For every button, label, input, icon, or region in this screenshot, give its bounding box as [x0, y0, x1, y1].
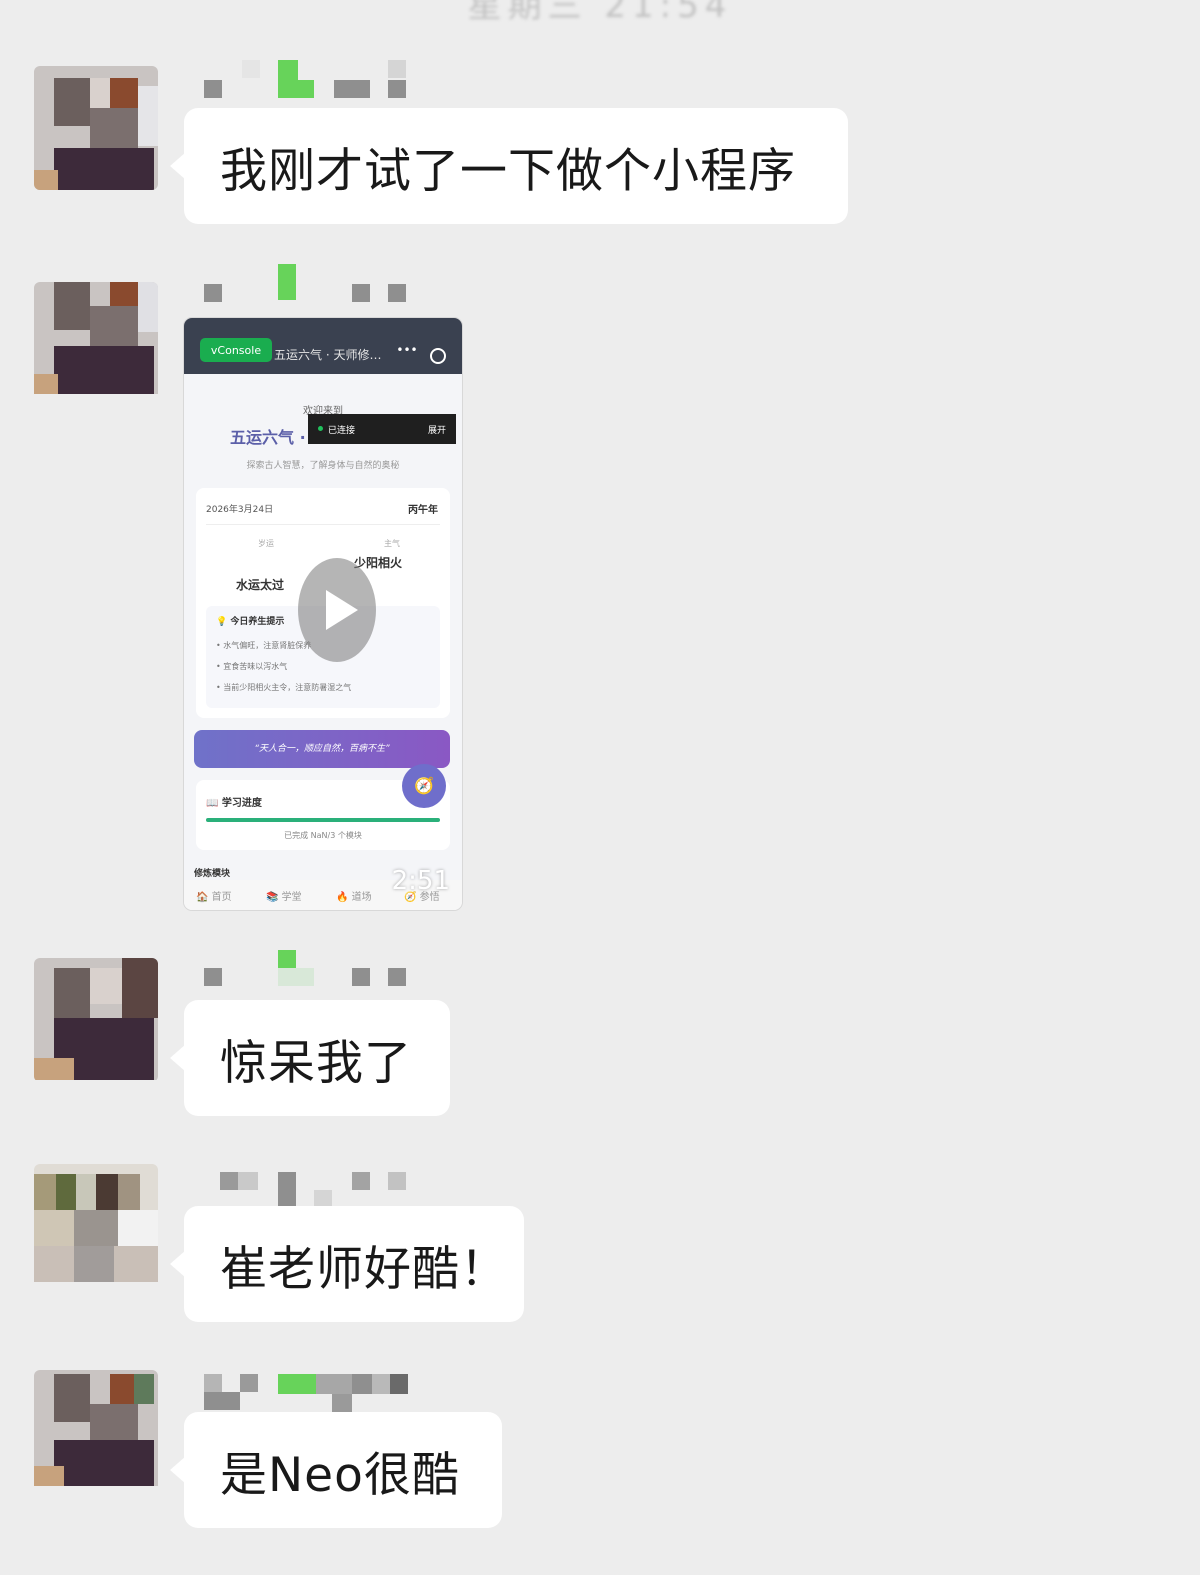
vconsole-button[interactable]: vConsole	[200, 338, 272, 362]
message-bubble[interactable]: 崔老师好酷！	[170, 1206, 524, 1322]
play-icon[interactable]	[298, 558, 376, 662]
avatar[interactable]	[34, 282, 158, 406]
app-subtitle: 探索古人智慧，了解身体与自然的奥秘	[246, 461, 400, 471]
progress-title: 📖 学习进度	[206, 798, 262, 809]
expand-label[interactable]: 展开	[428, 423, 446, 436]
nav-item-home[interactable]: 🏠 首页	[196, 888, 232, 903]
message-bubble[interactable]: 我刚才试了一下做个小程序	[170, 108, 848, 224]
more-menu-icon[interactable]: •••	[390, 343, 424, 365]
compass-icon[interactable]: 🧭	[402, 764, 446, 808]
avatar[interactable]	[34, 958, 158, 1082]
divider	[206, 524, 440, 525]
app-title: 五运六气 ·	[230, 428, 306, 447]
avatar[interactable]	[34, 1164, 158, 1288]
message-text: 崔老师好酷！	[220, 1241, 508, 1297]
quote-banner: “天人合一，顺应自然，百病不生”	[194, 730, 450, 768]
progress-bar	[206, 818, 440, 822]
nav-item-dojo[interactable]: 🔥 道场	[336, 888, 372, 903]
connected-label: 已连接	[328, 426, 356, 436]
sender-name-redacted	[200, 262, 410, 312]
close-target-icon[interactable]	[430, 348, 446, 364]
mini-program-title: 五运六气 · 天师修…	[274, 348, 382, 362]
status-dot-icon	[318, 426, 323, 431]
video-duration: 2:51	[391, 866, 450, 896]
chat-time-separator: 星期三 21:54	[467, 0, 733, 26]
section-heading: 修炼模块	[194, 869, 231, 879]
suiyun-label: 岁运	[258, 539, 274, 548]
tip-item: • 当前少阳相火主令，注意防暑湿之气	[216, 683, 352, 692]
tips-title: 💡 今日养生提示	[216, 617, 285, 627]
year-label: 丙午年	[408, 505, 438, 516]
sender-name-redacted	[200, 946, 410, 996]
message-bubble[interactable]: 惊呆我了	[170, 1000, 450, 1116]
message-bubble[interactable]: 是Neo很酷	[170, 1412, 502, 1528]
tip-item: • 宜食苦味以泻水气	[216, 662, 288, 671]
message-text: 是Neo很酷	[220, 1447, 460, 1503]
avatar[interactable]	[34, 66, 158, 190]
suiyun-value: 水运太过	[236, 578, 285, 592]
date-label: 2026年3月24日	[206, 505, 274, 515]
video-message[interactable]: vConsole 五运六气 · 天师修… ••• 欢迎来到 五运六气 · 已连接…	[184, 318, 462, 910]
siqi-label: 主气	[384, 539, 400, 548]
message-text: 我刚才试了一下做个小程序	[220, 143, 796, 199]
connection-toast: 已连接 展开	[308, 414, 456, 444]
progress-text: 已完成 NaN/3 个模块	[284, 831, 362, 840]
avatar[interactable]	[34, 1370, 158, 1494]
message-text: 惊呆我了	[220, 1035, 412, 1091]
nav-item-study[interactable]: 📚 学堂	[266, 888, 302, 903]
sender-name-redacted	[200, 58, 410, 108]
tip-item: • 水气偏旺，注意肾脏保养	[216, 641, 312, 650]
